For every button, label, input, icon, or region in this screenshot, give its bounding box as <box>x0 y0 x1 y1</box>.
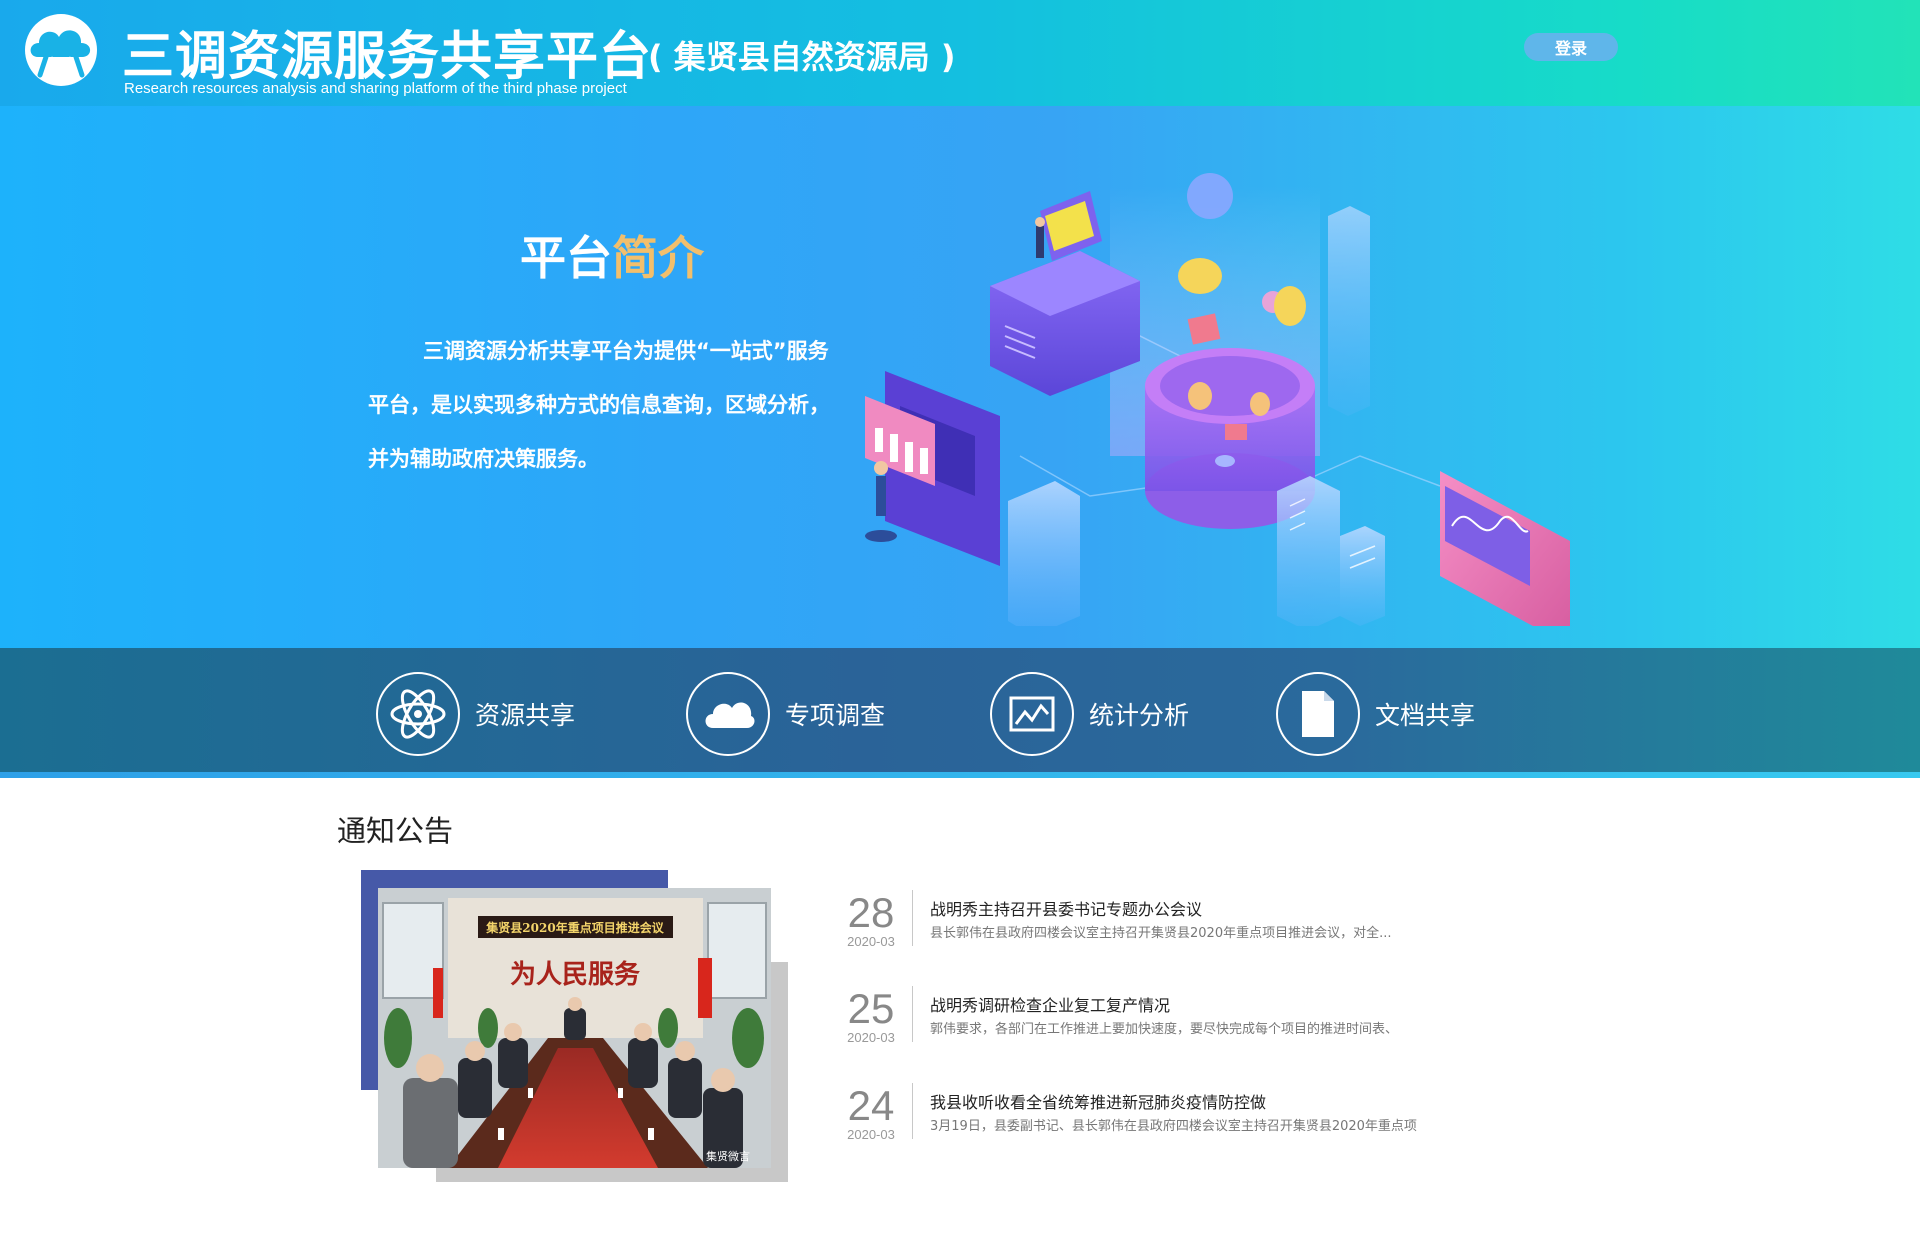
news-day: 28 <box>847 889 895 936</box>
news-month: 2020-03 <box>847 1030 895 1045</box>
site-title: 三调资源服务共享平台 <box>122 27 653 87</box>
news-month: 2020-03 <box>847 934 895 949</box>
news-day: 25 <box>847 985 895 1032</box>
news-item[interactable]: 24 2020-03 我县收听收看全省统筹推进新冠肺炎疫情防控做 3月19日，县… <box>840 1082 1480 1142</box>
news-title[interactable]: 战明秀主持召开县委书记专题办公会议 <box>930 896 1202 920</box>
news-item[interactable]: 28 2020-03 战明秀主持召开县委书记专题办公会议 县长郭伟在县政府四楼会… <box>840 889 1480 949</box>
feature-label: 专项调查 <box>785 701 886 730</box>
isometric-data-illustration <box>865 173 1570 626</box>
hero-desc-line: 平台，是以实现多种方式的信息查询，区域分析， <box>368 393 830 417</box>
feature-label: 资源共享 <box>475 701 576 730</box>
photo-banner-text: 集贤县2020年重点项目推进会议 <box>485 920 664 935</box>
notice-section-title: 通知公告 <box>337 814 454 848</box>
photo-calligraphy-text: 为人民服务 <box>510 960 640 990</box>
news-title[interactable]: 战明秀调研检查企业复工复产情况 <box>930 992 1170 1016</box>
hero-desc-line: 三调资源分析共享平台为提供“一站式”服务 <box>423 339 829 363</box>
news-summary: 3月19日，县委副书记、县长郭伟在县政府四楼会议室主持召开集贤县2020年重点项 <box>930 1119 1417 1134</box>
feature-label: 文档共享 <box>1375 701 1476 730</box>
cloud-logo-icon <box>25 14 97 86</box>
hero-desc-line: 并为辅助政府决策服务。 <box>368 447 599 471</box>
hero-banner: 平台简介 三调资源分析共享平台为提供“一站式”服务 平台，是以实现多种方式的信息… <box>0 106 1920 649</box>
atom-icon <box>376 672 460 756</box>
site-english-title: Research resources analysis and sharing … <box>124 80 627 97</box>
news-divider <box>912 986 913 1042</box>
hero-description: 三调资源分析共享平台为提供“一站式”服务 平台，是以实现多种方式的信息查询，区域… <box>368 324 888 486</box>
feature-label: 统计分析 <box>1089 701 1190 730</box>
feature-special-survey[interactable]: 专项调查 <box>686 672 885 756</box>
news-day: 24 <box>847 1082 895 1129</box>
news-item[interactable]: 25 2020-03 战明秀调研检查企业复工复产情况 郭伟要求，各部门在工作推进… <box>840 985 1480 1045</box>
meeting-photo: 集贤县2020年重点项目推进会议 为人民服务 集贤微言 <box>378 888 771 1168</box>
notice-photo[interactable]: 集贤县2020年重点项目推进会议 为人民服务 集贤微言 <box>378 888 771 1168</box>
news-summary: 郭伟要求，各部门在工作推进上要加快速度，要尽快完成每个项目的推进时间表、 <box>930 1022 1399 1037</box>
cloud-icon <box>686 672 770 756</box>
document-icon <box>1276 672 1360 756</box>
feature-resource-sharing[interactable]: 资源共享 <box>376 672 575 756</box>
hero-title-part1: 平台 <box>520 231 612 285</box>
photo-watermark-text: 集贤微言 <box>706 1149 750 1163</box>
site-header: 三调资源服务共享平台 ( 集贤县自然资源局 ) Research resourc… <box>0 0 1920 106</box>
hero-title-part2: 简介 <box>612 231 704 285</box>
news-divider <box>912 890 913 946</box>
news-month: 2020-03 <box>847 1127 895 1142</box>
feature-nav-bar: 资源共享 专项调查 统计分析 文档共享 <box>0 648 1920 778</box>
hero-title: 平台简介 <box>520 222 704 288</box>
news-title[interactable]: 我县收听收看全省统筹推进新冠肺炎疫情防控做 <box>930 1089 1266 1113</box>
feature-document-sharing[interactable]: 文档共享 <box>1276 672 1475 756</box>
chart-icon <box>990 672 1074 756</box>
site-subtitle: ( 集贤县自然资源局 ) <box>648 38 956 76</box>
login-button[interactable]: 登录 <box>1524 33 1618 61</box>
feature-statistics[interactable]: 统计分析 <box>990 672 1189 756</box>
news-divider <box>912 1083 913 1139</box>
news-summary: 县长郭伟在县政府四楼会议室主持召开集贤县2020年重点项目推进会议，对全... <box>930 926 1392 941</box>
